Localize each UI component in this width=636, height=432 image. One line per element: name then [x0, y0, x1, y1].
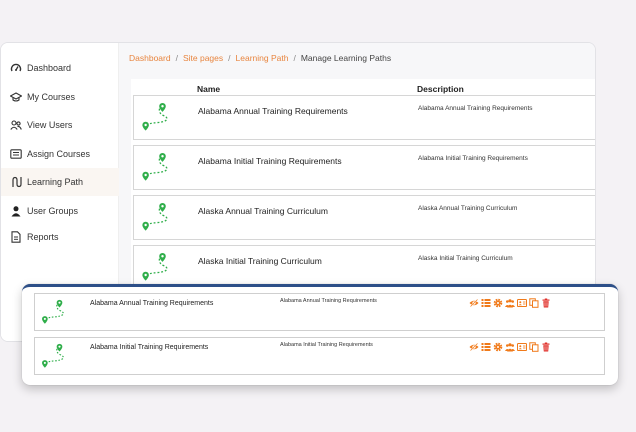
route-map-icon: [140, 102, 170, 132]
user-group-icon[interactable]: [505, 298, 515, 308]
route-map-icon: [140, 252, 170, 282]
breadcrumb-separator: /: [293, 53, 296, 63]
sidebar-item-label: Learning Path: [27, 177, 84, 187]
column-header-name: Name: [197, 84, 221, 94]
path-description: Alabama Initial Training Requirements: [418, 155, 528, 162]
copy-icon[interactable]: [529, 298, 539, 308]
path-description: Alabama Annual Training Requirements: [418, 105, 533, 112]
route-map-icon: [40, 342, 66, 370]
row-actions: [469, 298, 551, 308]
sidebar-item-dashboard[interactable]: Dashboard: [1, 54, 119, 82]
sidebar-item-my-courses[interactable]: My Courses: [1, 83, 119, 111]
gear-icon[interactable]: [493, 298, 503, 308]
hide-eye-icon[interactable]: [469, 342, 479, 352]
path-name: Alabama Annual Training Requirements: [198, 106, 348, 116]
sidebar-item-reports[interactable]: Reports: [1, 223, 119, 251]
path-name: Alaska Annual Training Curriculum: [198, 206, 328, 216]
breadcrumb-site-pages[interactable]: Site pages: [183, 53, 223, 63]
row-actions: [469, 342, 551, 352]
sidebar-item-view-users[interactable]: View Users: [1, 111, 119, 139]
gear-icon[interactable]: [493, 342, 503, 352]
copy-icon[interactable]: [529, 342, 539, 352]
list-icon[interactable]: [481, 342, 491, 352]
table-row[interactable]: Alaska Annual Training Curriculum Alaska…: [133, 195, 595, 240]
breadcrumb-current: Manage Learning Paths: [300, 53, 392, 63]
column-header-description: Description: [417, 84, 464, 94]
sidebar-item-assign-courses[interactable]: Assign Courses: [1, 140, 119, 168]
hide-eye-icon[interactable]: [469, 298, 479, 308]
table-row[interactable]: Alabama Annual Training Requirements Ala…: [34, 293, 605, 331]
sidebar-item-label: View Users: [27, 120, 73, 130]
sidebar-item-user-groups[interactable]: User Groups: [1, 197, 119, 225]
sidebar-item-label: Dashboard: [27, 63, 72, 73]
graduation-cap-icon: [10, 92, 22, 102]
path-name: Alaska Initial Training Curriculum: [198, 256, 322, 266]
users-icon: [10, 120, 22, 130]
path-name: Alabama Annual Training Requirements: [90, 300, 214, 307]
sidebar-item-learning-path[interactable]: Learning Path: [1, 168, 119, 196]
table-row[interactable]: Alabama Initial Training Requirements Al…: [133, 145, 595, 190]
trash-icon[interactable]: [541, 298, 551, 308]
path-description: Alabama Initial Training Requirements: [280, 342, 373, 348]
table-row[interactable]: Alabama Initial Training Requirements Al…: [34, 337, 605, 375]
sidebar-item-label: User Groups: [27, 206, 79, 216]
zoomed-rows-panel: Alabama Annual Training Requirements Ala…: [22, 284, 618, 385]
trash-icon[interactable]: [541, 342, 551, 352]
route-icon: [12, 176, 22, 188]
sidebar-item-label: Assign Courses: [27, 149, 91, 159]
breadcrumb-separator: /: [228, 53, 231, 63]
sidebar-item-label: Reports: [27, 232, 59, 242]
gauge-icon: [10, 63, 22, 72]
id-card-icon[interactable]: [517, 342, 527, 352]
document-icon: [11, 231, 21, 243]
path-description: Alaska Initial Training Curriculum: [418, 255, 513, 262]
path-description: Alaska Annual Training Curriculum: [418, 205, 518, 212]
breadcrumb-dashboard[interactable]: Dashboard: [129, 53, 171, 63]
id-card-icon[interactable]: [517, 298, 527, 308]
path-name: Alabama Initial Training Requirements: [90, 344, 209, 351]
breadcrumb: Dashboard / Site pages / Learning Path / Manag…: [129, 53, 391, 63]
path-name: Alabama Initial Training Requirements: [198, 156, 342, 166]
breadcrumb-separator: /: [175, 53, 178, 63]
list-card-icon: [10, 149, 22, 159]
table-row[interactable]: Alabama Annual Training Requirements Ala…: [133, 95, 595, 140]
route-map-icon: [140, 152, 170, 182]
breadcrumb-learning-path[interactable]: Learning Path: [236, 53, 289, 63]
sidebar-item-label: My Courses: [27, 92, 76, 102]
route-map-icon: [140, 202, 170, 232]
user-group-icon[interactable]: [505, 342, 515, 352]
path-description: Alabama Annual Training Requirements: [280, 298, 377, 304]
route-map-icon: [40, 298, 66, 326]
list-icon[interactable]: [481, 298, 491, 308]
user-icon: [11, 206, 21, 217]
